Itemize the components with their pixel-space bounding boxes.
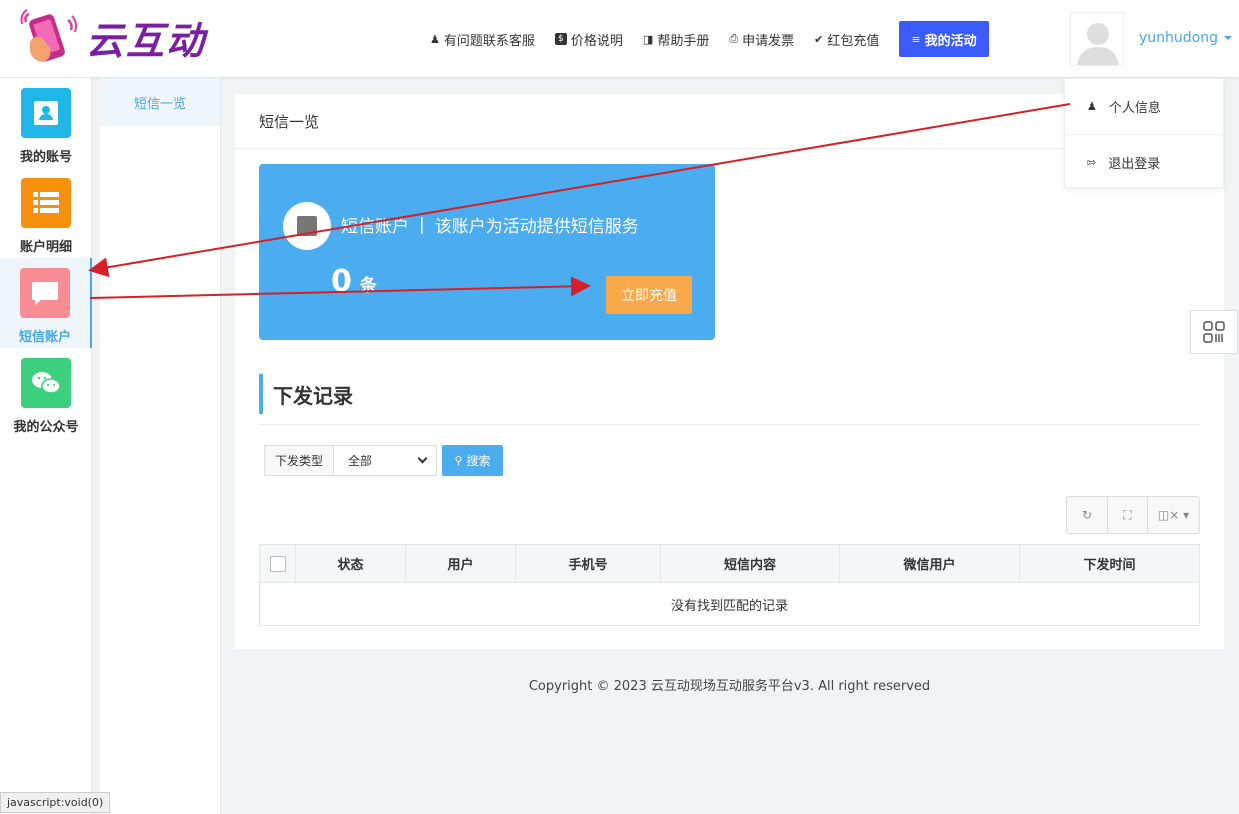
section-title: 下发记录	[259, 374, 353, 414]
refresh-icon[interactable]: ↻	[1067, 497, 1107, 533]
wechat-icon	[21, 358, 71, 408]
footer-copyright: Copyright © 2023 云互动现场互动服务平台v3. All righ…	[528, 679, 931, 694]
subnav-item-sms-overview[interactable]: 短信一览	[100, 78, 220, 126]
filter-label: 下发类型	[264, 445, 335, 476]
logout-icon: ⇰	[1087, 155, 1097, 169]
empty-message: 没有找到匹配的记录	[670, 598, 788, 614]
column-header[interactable]: 微信用户	[840, 545, 1020, 582]
columns-toggle-icon[interactable]: ◫× ▾	[1147, 497, 1199, 533]
menu-item-label: 退出登录	[1108, 156, 1161, 172]
sms-card-name: 短信账户	[341, 217, 409, 237]
nav-invoice[interactable]: ⎙ 申请发票	[729, 30, 794, 49]
nav-pricing[interactable]: $ 价格说明	[554, 30, 623, 49]
sms-unit: 条	[359, 276, 377, 296]
sms-account-card: 短信账户 | 该账户为活动提供短信服务 0 条 立即充值	[259, 164, 715, 340]
my-activity-button[interactable]: ≡ 我的活动	[899, 21, 989, 57]
sms-card-separator: |	[419, 214, 425, 235]
user-plus-icon: ♟	[430, 32, 440, 46]
search-button-label: 搜索	[466, 454, 491, 468]
sidebar-item-wechat-account[interactable]: 我的公众号	[0, 348, 92, 438]
sidebar-item-label: 短信账户	[18, 330, 71, 345]
left-sidebar: 我的账号 账户明细 短信账户 我的公众号	[0, 78, 92, 814]
select-all-checkbox[interactable]	[269, 555, 286, 572]
top-bar: 云互动 ♟ 有问题联系客服 $ 价格说明 ◨ 帮助手册 ⎙ 申请发票 ✔ 红包充值 ≡ 我的…	[0, 0, 1239, 78]
nav-label: 有问题联系客服	[443, 33, 535, 49]
column-header[interactable]: 手机号	[516, 545, 661, 582]
sidebar-item-label: 我的账号	[19, 150, 72, 165]
phone-hand-logo-icon	[20, 9, 77, 62]
sub-navigation: 短信一览	[100, 78, 221, 814]
qr-code-icon[interactable]	[1190, 310, 1238, 354]
shield-check-icon: ✔	[814, 32, 824, 46]
sms-balance: 0 条	[331, 264, 377, 299]
search-icon: ⚲	[454, 455, 463, 467]
top-nav: ♟ 有问题联系客服 $ 价格说明 ◨ 帮助手册 ⎙ 申请发票 ✔ 红包充值 ≡ 我的活动	[430, 21, 1009, 57]
logo-text: 云互动	[86, 18, 207, 63]
recharge-button[interactable]: 立即充值	[606, 276, 692, 314]
sidebar-item-account-details[interactable]: 账户明细	[0, 168, 92, 258]
sms-icon	[283, 202, 331, 250]
list-icon: ≡	[911, 32, 921, 46]
nav-contact-support[interactable]: ♟ 有问题联系客服	[430, 30, 535, 49]
records-table: 状态 用户 手机号 短信内容 微信用户 下发时间 没有找到匹配的记录	[259, 544, 1200, 626]
column-header[interactable]: 下发时间	[1020, 545, 1199, 582]
send-type-select[interactable]: 全部	[334, 445, 438, 476]
sidebar-item-my-account[interactable]: 我的账号	[0, 78, 92, 168]
filter-bar: 下发类型 全部 ⚲ 搜索	[264, 445, 504, 476]
sms-card-title: 短信账户 | 该账户为活动提供短信服务	[341, 212, 639, 238]
sms-card-desc: 该账户为活动提供短信服务	[434, 217, 639, 237]
logo[interactable]: 云互动	[20, 8, 206, 66]
sms-count: 0	[331, 264, 352, 299]
select-all-cell	[260, 545, 296, 582]
caret-down-icon	[1224, 36, 1232, 40]
username-label: yunhudong	[1139, 30, 1218, 46]
username-dropdown[interactable]: yunhudong	[1139, 30, 1232, 46]
nav-label: 帮助手册	[657, 33, 710, 49]
table-toolbar: ↻ ⛶ ◫× ▾	[1066, 496, 1200, 534]
column-header[interactable]: 用户	[406, 545, 516, 582]
sidebar-item-label: 账户明细	[19, 240, 72, 255]
column-header[interactable]: 短信内容	[661, 545, 840, 582]
list-icon	[21, 178, 71, 228]
user-icon: ♟	[1087, 100, 1097, 113]
menu-item-profile[interactable]: ♟ 个人信息	[1065, 79, 1223, 134]
select-value: 全部	[348, 454, 373, 468]
fullscreen-icon[interactable]: ⛶	[1107, 497, 1147, 533]
table-header: 状态 用户 手机号 短信内容 微信用户 下发时间	[260, 545, 1199, 583]
chevron-down-icon	[417, 453, 428, 464]
menu-item-logout[interactable]: ⇰ 退出登录	[1065, 134, 1223, 189]
printer-icon: ⎙	[729, 32, 739, 45]
menu-item-label: 个人信息	[1108, 101, 1161, 116]
default-avatar-icon	[1071, 13, 1123, 65]
dollar-icon: $	[554, 33, 567, 45]
avatar[interactable]	[1070, 12, 1124, 66]
section-divider	[259, 424, 1200, 425]
column-header[interactable]: 状态	[296, 545, 406, 582]
status-bar-url: javascript:void(0)	[0, 792, 111, 813]
nav-label: 红包充值	[827, 33, 880, 49]
nav-label: 价格说明	[570, 33, 623, 49]
sidebar-item-label: 我的公众号	[13, 420, 79, 435]
nav-redpacket-recharge[interactable]: ✔ 红包充值	[814, 30, 879, 49]
contact-card-icon	[21, 88, 71, 138]
nav-label: 申请发票	[742, 33, 795, 49]
sidebar-item-sms-account[interactable]: 短信账户	[0, 258, 92, 348]
user-menu: ♟ 个人信息 ⇰ 退出登录	[1064, 78, 1224, 188]
search-button[interactable]: ⚲ 搜索	[442, 445, 504, 476]
my-activity-label: 我的活动	[924, 33, 977, 49]
book-icon: ◨	[642, 32, 654, 46]
chat-bubble-icon	[20, 268, 70, 318]
nav-help-manual[interactable]: ◨ 帮助手册	[643, 30, 709, 49]
